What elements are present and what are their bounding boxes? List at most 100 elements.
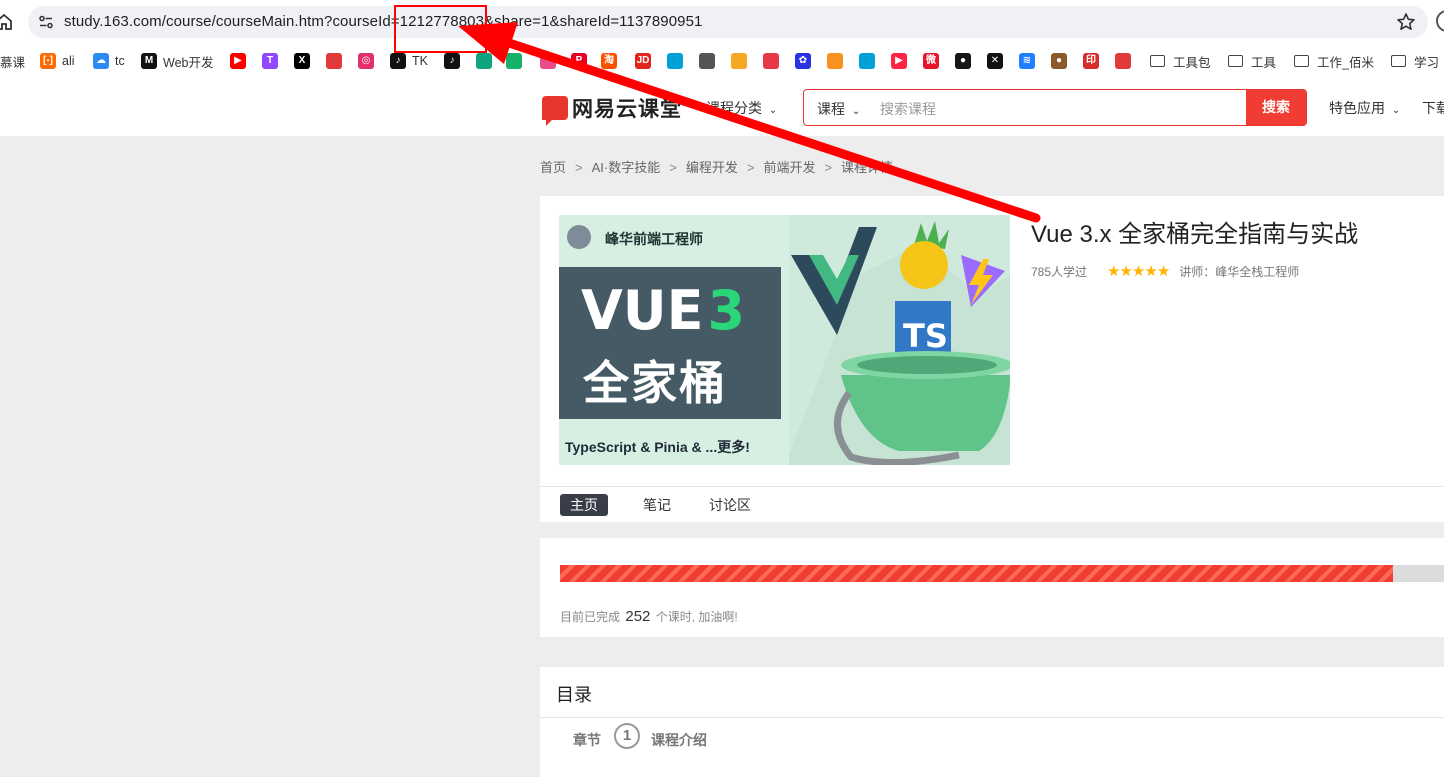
bookmark-label: 工作_佰米 [1317, 55, 1374, 70]
tiktok-icon: ♪ [390, 53, 406, 69]
rating-stars-icon: ★★★★★ [1107, 263, 1170, 280]
bookmark-item[interactable] [667, 52, 689, 70]
bookmark-item[interactable] [540, 52, 562, 70]
chevron-down-icon: ⌄ [1391, 105, 1401, 116]
bookmark-item[interactable]: ♪ [444, 52, 466, 70]
bookmark-item[interactable] [763, 52, 785, 70]
twitch-icon: T [262, 53, 278, 69]
bookmark-item[interactable] [476, 52, 498, 70]
bookmark-label: Web开发 [163, 55, 214, 70]
logo-text: 网易云课堂 [572, 98, 682, 121]
bookmark-label: TK [412, 54, 428, 68]
bookmark-item[interactable]: ● [1051, 52, 1073, 70]
course-catalog: 目录 章节 1 课程介绍 [540, 667, 1444, 777]
breadcrumb-home[interactable]: 首页 [540, 160, 566, 175]
bookmark-item[interactable]: ✕ [987, 52, 1009, 70]
tab-home[interactable]: 主页 [560, 494, 608, 516]
progress-bar [560, 565, 1444, 582]
cover-vue-text: VUE [581, 279, 704, 342]
close-circle-icon: ✕ [987, 53, 1003, 69]
folder-icon [1391, 55, 1406, 67]
bookmark-item[interactable]: JD [635, 52, 657, 70]
bookmark-item[interactable] [699, 52, 721, 70]
course-tabs: 主页 笔记 讨论区 [540, 486, 1444, 523]
baidu-icon: ✿ [795, 53, 811, 69]
progress-suffix: 个课时, 加油啊! [655, 610, 738, 624]
breadcrumb-programming[interactable]: 编程开发 [686, 160, 738, 175]
progress-card: 目前已完成 252 个课时, 加油啊! [540, 538, 1444, 637]
chevron-right-icon: > [669, 160, 677, 175]
bookmark-item[interactable]: 工作_佰米 [1294, 52, 1374, 70]
bookmark-item[interactable]: 学习 [1391, 52, 1439, 70]
bookmark-item[interactable]: 淘 [601, 52, 623, 70]
site-logo[interactable]: 网易云课堂 [542, 94, 682, 126]
bookmark-item[interactable]: ◎ [358, 52, 380, 70]
bookmark-item[interactable]: ♪ TK [390, 52, 428, 70]
bookmarks-bar: 慕课 [-] ali ☁ tc M Web开发 ▶ T X ◎ ♪ TK ♪ P 淘 JD ✿ ▶ 微 ● ✕ ≋ ● 印 工具包… [0, 44, 1444, 78]
tab-notes[interactable]: 笔记 [633, 494, 681, 516]
bookmark-star-icon[interactable] [1396, 12, 1416, 32]
breadcrumb: 首页 > AI·数字技能 > 编程开发 > 前端开发 > 课程详情 [540, 157, 893, 176]
github-icon: ● [955, 53, 971, 69]
bookmark-item[interactable] [827, 52, 849, 70]
teacher-name[interactable]: 讲师：峰华全栈工程师 [1179, 263, 1299, 280]
breadcrumb-ai[interactable]: AI·数字技能 [592, 160, 661, 175]
chevron-right-icon: > [824, 160, 833, 175]
progress-count: 252 [625, 608, 651, 625]
home-icon[interactable] [0, 12, 14, 32]
bookmark-item[interactable]: 工具包 [1150, 52, 1211, 70]
tab-discussion[interactable]: 讨论区 [699, 494, 761, 516]
bookmark-item[interactable]: X [294, 52, 316, 70]
bookmark-item[interactable]: ● [955, 52, 977, 70]
profile-avatar-button[interactable] [1436, 10, 1444, 32]
url-text[interactable]: study.163.com/course/courseMain.htm?cour… [64, 13, 703, 30]
jd-icon: JD [635, 53, 651, 69]
bookmark-item[interactable]: 微 [923, 52, 945, 70]
bookmark-item[interactable]: 工具 [1228, 52, 1276, 70]
course-cover-image[interactable]: 峰华前端工程师 VUE3 全家桶 TypeScript & Pinia & ..… [559, 215, 1010, 465]
site-info-icon[interactable] [38, 14, 54, 30]
chevron-right-icon: > [575, 160, 583, 175]
bookmark-item[interactable] [1115, 52, 1137, 70]
category-menu-label: 课程分类 [706, 100, 762, 116]
bookmark-item[interactable]: ▶ [230, 52, 252, 70]
bookmark-item[interactable]: ▶ [891, 52, 913, 70]
bookmark-item[interactable]: ☁ tc [93, 52, 125, 70]
bookmark-item[interactable]: M Web开发 [141, 52, 213, 70]
pinterest-icon: P [571, 53, 587, 69]
bookmark-item[interactable]: P [571, 52, 593, 70]
mdn-icon: M [141, 53, 157, 69]
bookmark-item[interactable] [731, 52, 753, 70]
search-input[interactable] [878, 90, 1242, 125]
chatgpt-icon [476, 53, 492, 69]
bookmark-item[interactable]: ≋ [1019, 52, 1041, 70]
folder-icon [1228, 55, 1243, 67]
tiktok-icon: ♪ [444, 53, 460, 69]
chapter-title[interactable]: 课程介绍 [651, 730, 707, 750]
bookmark-item[interactable]: [-] ali [40, 52, 75, 70]
bilibili-icon [667, 53, 683, 69]
feature-apps-menu[interactable]: 特色应用 ⌄ [1329, 98, 1400, 118]
download-link[interactable]: 下载 [1422, 98, 1444, 118]
red-badge-icon [1115, 53, 1131, 69]
bookmark-label: 学习 [1414, 55, 1440, 70]
bookmark-item[interactable]: 印 [1083, 52, 1105, 70]
search-type-select[interactable]: 课程 ⌄ [817, 99, 860, 119]
cover-author: 峰华前端工程师 [605, 231, 703, 247]
breadcrumb-current: 课程详情 [841, 160, 894, 175]
browser-address-bar-area: study.163.com/course/courseMain.htm?cour… [0, 0, 1444, 44]
bilibili-icon [859, 53, 875, 69]
bookmark-item[interactable]: T [262, 52, 284, 70]
logo-mark-icon [542, 96, 568, 126]
url-bar[interactable]: study.163.com/course/courseMain.htm?cour… [28, 6, 1428, 38]
bookmark-item[interactable] [859, 52, 881, 70]
bookmark-item[interactable]: ✿ [795, 52, 817, 70]
bookmark-item[interactable] [506, 52, 528, 70]
catalog-title: 目录 [556, 685, 592, 705]
breadcrumb-frontend[interactable]: 前端开发 [763, 160, 815, 175]
category-menu[interactable]: 课程分类 ⌄ [706, 98, 777, 118]
search-button[interactable]: 搜索 [1246, 90, 1306, 125]
bookmark-item[interactable]: 慕课 [0, 52, 25, 70]
bookmark-label: ali [62, 54, 75, 68]
bookmark-item[interactable] [326, 52, 348, 70]
